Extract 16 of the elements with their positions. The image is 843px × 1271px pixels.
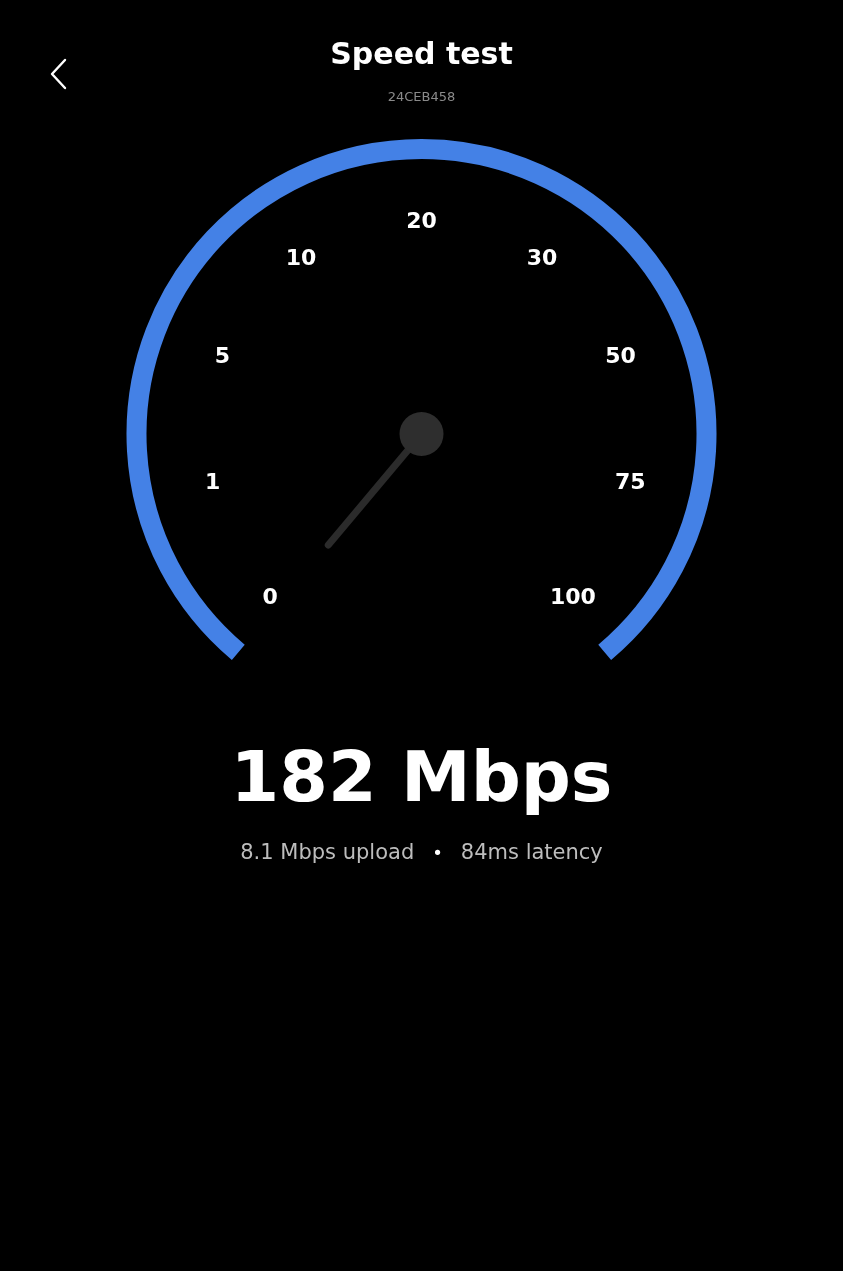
scale-label: 75 (614, 468, 646, 494)
scale-label: 0 (262, 583, 278, 609)
latency: 84ms latency (460, 840, 603, 864)
scale-label: 50 (605, 343, 636, 369)
back-icon[interactable] (49, 58, 67, 90)
page-title: Speed test (330, 35, 513, 73)
scale-label: 30 (526, 244, 558, 270)
scale-label: 20 (406, 207, 437, 233)
download-speed: 182 Mbps (230, 735, 613, 820)
scale-label: 100 (549, 583, 596, 609)
scale-label: 5 (214, 343, 231, 369)
upload-speed: 8.1 Mbps upload (240, 840, 415, 864)
device-id: 24CEB458 (387, 89, 456, 104)
scale-label: 10 (285, 244, 317, 270)
separator-dot: • (432, 841, 443, 863)
scale-label: 1 (205, 468, 221, 494)
